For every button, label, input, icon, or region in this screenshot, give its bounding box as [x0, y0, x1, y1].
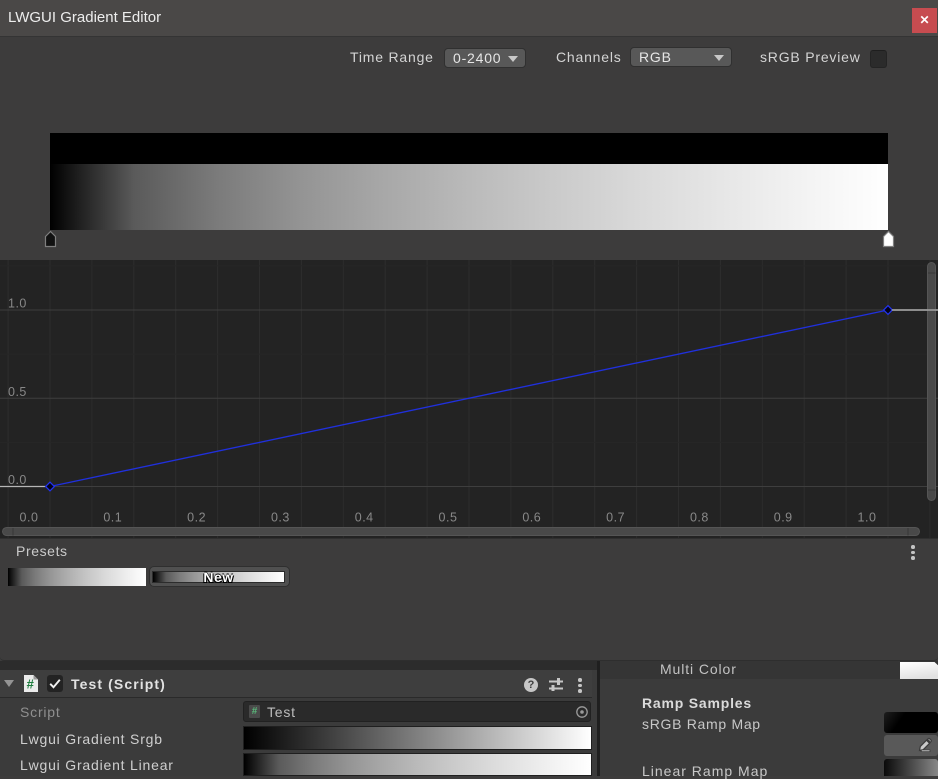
svg-text:0.3: 0.3	[271, 511, 290, 525]
svg-text:0.2: 0.2	[187, 511, 206, 525]
svg-text:0.1: 0.1	[103, 511, 122, 525]
svg-text:0.5: 0.5	[8, 385, 27, 399]
svg-text:0.7: 0.7	[606, 511, 625, 525]
svg-text:0.6: 0.6	[522, 511, 541, 525]
svg-text:0.0: 0.0	[8, 473, 27, 487]
svg-text:0.8: 0.8	[690, 511, 709, 525]
svg-text:1.0: 1.0	[8, 297, 27, 311]
svg-text:0.4: 0.4	[355, 511, 374, 525]
svg-text:0.0: 0.0	[20, 511, 39, 525]
svg-text:0.5: 0.5	[439, 511, 458, 525]
svg-text:1.0: 1.0	[858, 511, 877, 525]
svg-text:#: #	[27, 677, 35, 692]
svg-text:0.9: 0.9	[774, 511, 793, 525]
